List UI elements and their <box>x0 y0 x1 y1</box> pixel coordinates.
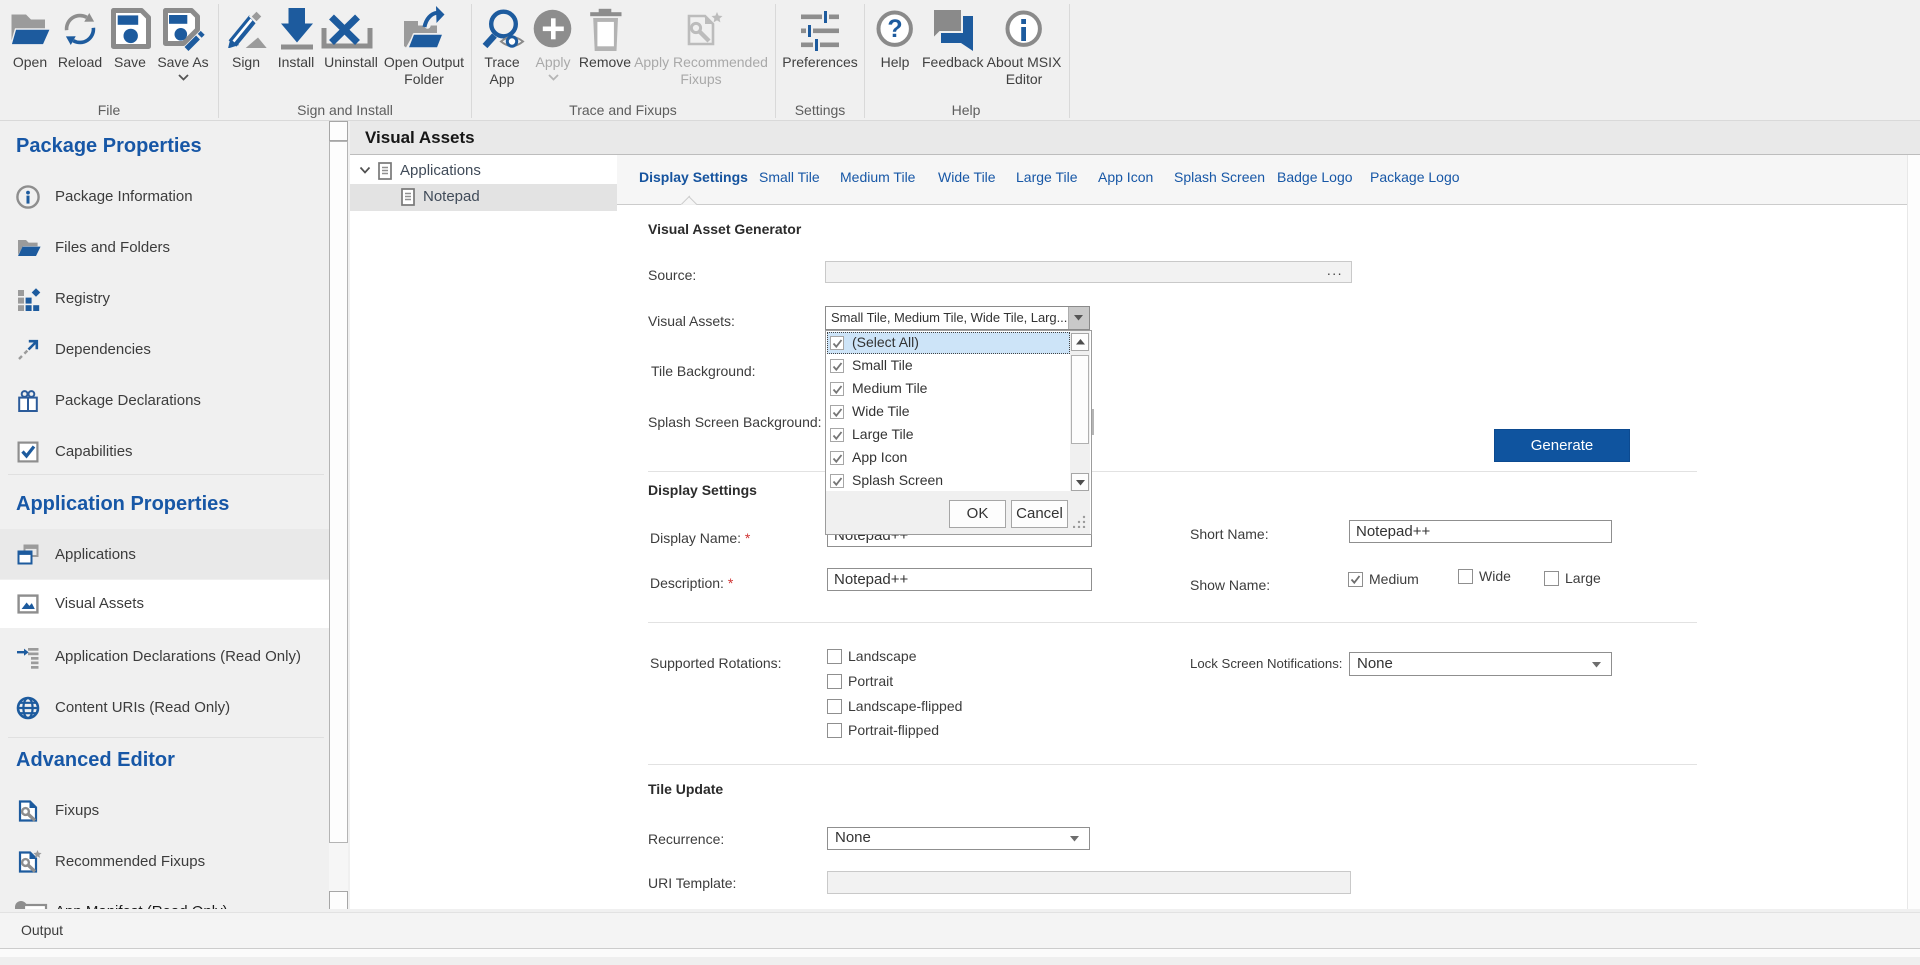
svg-text:?: ? <box>887 15 902 43</box>
